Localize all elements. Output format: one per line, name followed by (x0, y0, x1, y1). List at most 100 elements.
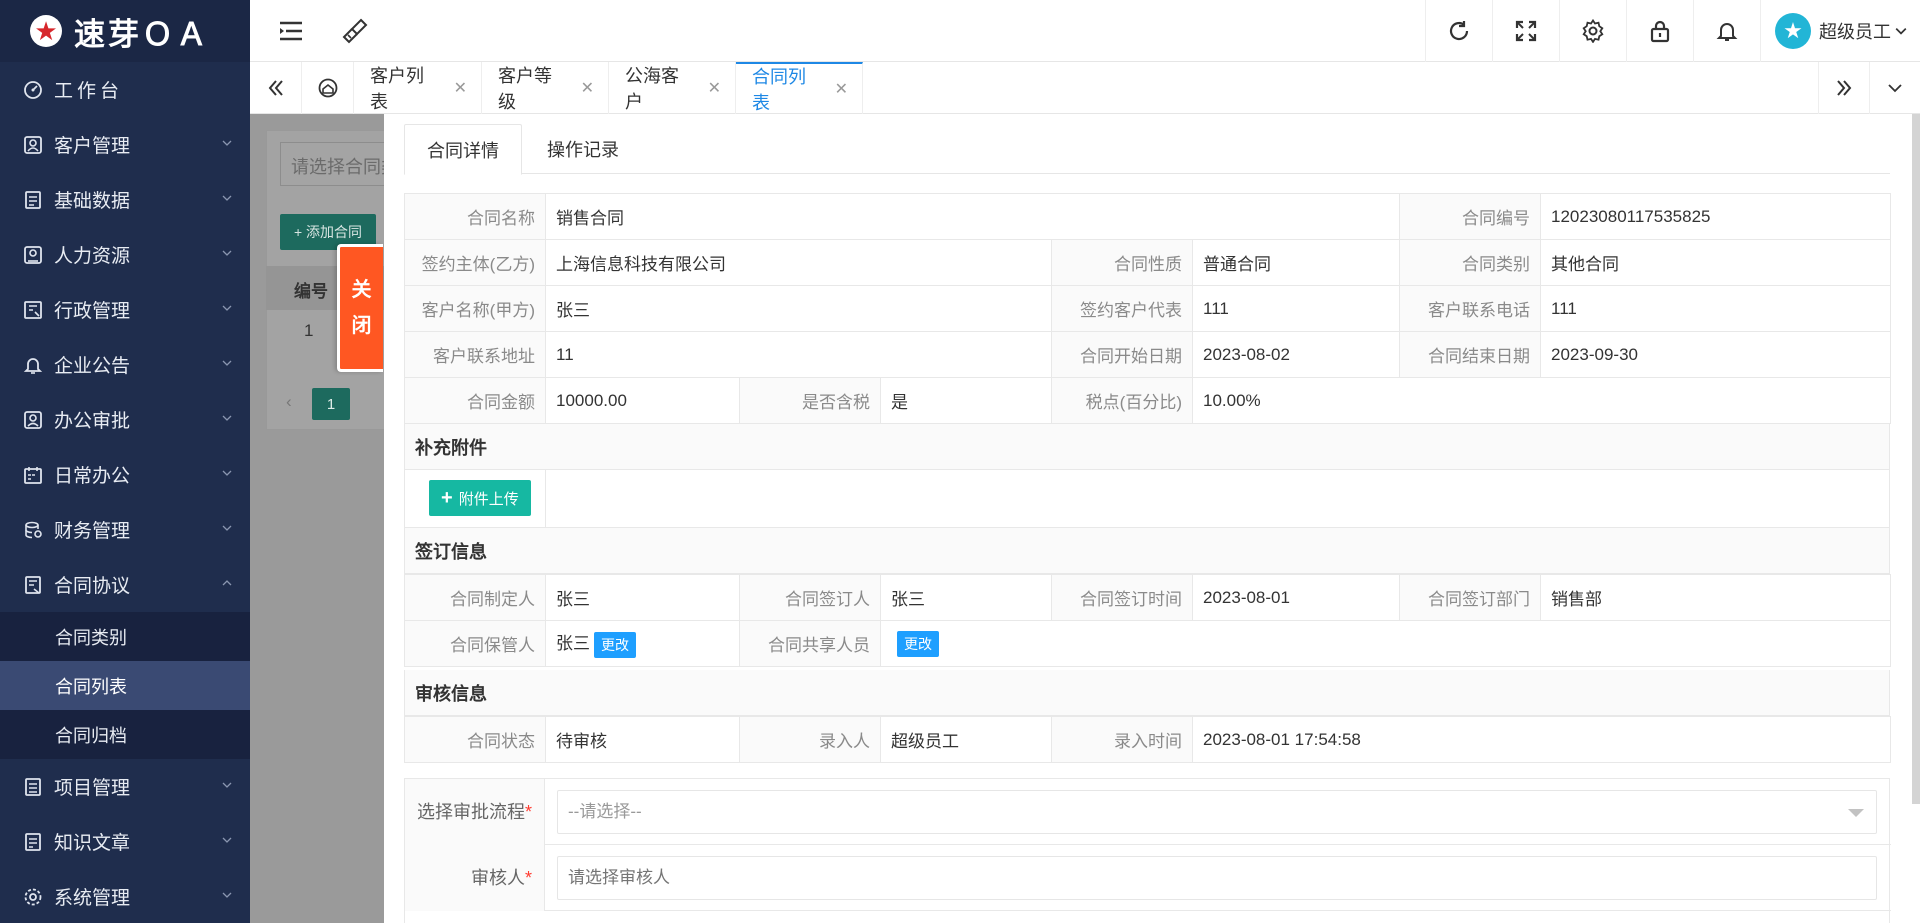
start-date-label: 合同开始日期 (1051, 331, 1193, 378)
broom-icon (342, 18, 368, 44)
contract-no-value: 12023080117535825 (1540, 193, 1892, 240)
close-icon[interactable]: ✕ (454, 78, 467, 98)
change-share-button[interactable]: 更改 (897, 630, 939, 657)
sidebar-subitem-contract-category[interactable]: 合同类别 (0, 612, 250, 661)
chevron-down-icon (1888, 84, 1902, 93)
status-value: 待审核 (545, 716, 740, 763)
tab-operation-log[interactable]: 操作记录 (524, 124, 642, 174)
chevron-down-icon (222, 415, 232, 421)
tab-scroll-left-button[interactable] (250, 62, 302, 114)
sidebar-item-label: 合同协议 (54, 576, 131, 597)
tab-customer-list[interactable]: 客户列表 ✕ (354, 62, 482, 114)
collapse-menu-button[interactable] (266, 0, 316, 62)
background-prev-page-icon: ‹ (286, 392, 292, 411)
scrollbar[interactable] (1912, 114, 1920, 804)
tax-included-label: 是否含税 (739, 377, 881, 424)
fullscreen-button[interactable] (1492, 0, 1559, 62)
signer-value: 张三 (880, 574, 1052, 621)
sidebar-item-system[interactable]: 系统管理 (0, 869, 250, 923)
chevron-down-icon (222, 305, 232, 311)
nature-label: 合同性质 (1051, 239, 1193, 286)
sidebar-item-hr[interactable]: 人力资源 (0, 227, 250, 282)
tab-contract-list[interactable]: 合同列表 ✕ (736, 62, 863, 114)
sidebar-item-label: 工作台 (54, 81, 124, 102)
sidebar-item-admin[interactable]: 行政管理 (0, 282, 250, 337)
tab-public-customers[interactable]: 公海客户 ✕ (609, 62, 736, 114)
article-icon (22, 831, 44, 853)
user-menu[interactable]: ★ 超级员工 (1760, 0, 1920, 62)
tab-customer-level[interactable]: 客户等级 ✕ (482, 62, 609, 114)
sidebar-subitem-contract-archive[interactable]: 合同归档 (0, 710, 250, 759)
dashboard-icon (22, 79, 44, 101)
sign-time-value: 2023-08-01 (1192, 574, 1400, 621)
reviewer-label: 审核人* (405, 845, 545, 911)
menu-fold-icon (280, 21, 302, 41)
contract-name-label: 合同名称 (404, 193, 546, 240)
close-icon[interactable]: ✕ (835, 79, 848, 99)
approval-flow-label: 选择审批流程* (405, 779, 545, 845)
close-icon[interactable]: ✕ (581, 78, 594, 98)
tab-label: 合同列表 (752, 67, 806, 113)
notification-button[interactable] (1693, 0, 1760, 62)
sidebar-item-customer[interactable]: 客户管理 (0, 117, 250, 172)
chevron-down-icon (222, 250, 232, 256)
sidebar-item-label: 行政管理 (54, 301, 131, 322)
close-icon[interactable]: ✕ (708, 78, 721, 98)
flow-label-text: 选择审批流程 (416, 802, 525, 822)
sidebar-item-finance[interactable]: 财务管理 (0, 502, 250, 557)
tab-options-button[interactable] (1870, 62, 1920, 114)
sidebar-item-article[interactable]: 知识文章 (0, 814, 250, 869)
chevron-down-icon (222, 782, 232, 788)
reviewer-input[interactable] (557, 856, 1877, 900)
sidebar-item-project[interactable]: 项目管理 (0, 759, 250, 814)
sidebar-subitem-contract-list[interactable]: 合同列表 (0, 661, 250, 710)
sidebar-item-daily[interactable]: 日常办公 (0, 447, 250, 502)
refresh-button[interactable] (1425, 0, 1492, 62)
user-name: 超级员工 (1819, 22, 1891, 42)
sidebar-item-announcement[interactable]: 企业公告 (0, 337, 250, 392)
end-date-value: 2023-09-30 (1540, 331, 1892, 378)
chevron-down-icon (222, 892, 232, 898)
sidebar-item-label: 财务管理 (54, 521, 131, 542)
upload-attachment-button[interactable]: + 附件上传 (429, 480, 531, 516)
tab-label: 客户列表 (370, 66, 424, 112)
chevron-down-icon (222, 360, 232, 366)
tab-label: 客户等级 (498, 66, 552, 112)
sidebar-item-contract[interactable]: 合同协议 (0, 557, 250, 612)
sidebar-item-label: 知识文章 (54, 833, 131, 854)
sidebar-item-workbench[interactable]: 工作台 (0, 62, 250, 117)
table-row: 合同金额 10000.00 是否含税 是 税点(百分比) 10.00% (404, 377, 1892, 424)
required-mark: * (524, 802, 532, 822)
table-row: 合同保管人 张三 更改 合同共享人员 更改 (404, 620, 1891, 667)
maker-label: 合同制定人 (404, 574, 546, 621)
party-b-value: 上海信息科技有限公司 (545, 239, 1052, 286)
hr-icon (22, 244, 44, 266)
approval-flow-select[interactable]: --请选择-- (557, 790, 1877, 834)
sidebar-item-approval[interactable]: 办公审批 (0, 392, 250, 447)
customer-value: 张三 (545, 285, 1052, 332)
sidebar-item-basic-data[interactable]: 基础数据 (0, 172, 250, 227)
phone-label: 客户联系电话 (1399, 285, 1542, 332)
entry-time-value: 2023-08-01 17:54:58 (1192, 716, 1891, 763)
drawer-tabs: 合同详情 操作记录 (404, 124, 1890, 175)
nature-value: 普通合同 (1191, 239, 1401, 286)
share-cell: 更改 (880, 620, 1891, 667)
double-chevron-right-icon (1837, 80, 1852, 96)
drawer-close-button[interactable]: 关 闭 (337, 244, 383, 372)
table-row: 客户名称(甲方) 张三 签约客户代表 111 客户联系电话 111 (404, 285, 1892, 332)
finance-icon (22, 519, 44, 541)
lock-screen-button[interactable] (1626, 0, 1693, 62)
tab-scroll-right-button[interactable] (1818, 62, 1870, 114)
close-label-1: 关 (351, 279, 372, 301)
reviewer-label-text: 审核人 (470, 868, 525, 888)
settings-icon (22, 886, 44, 908)
category-value: 其他合同 (1540, 239, 1892, 286)
entry-value: 超级员工 (880, 716, 1052, 763)
chevron-down-icon (1895, 28, 1907, 35)
tab-home[interactable] (302, 62, 354, 114)
sign-dept-label: 合同签订部门 (1399, 574, 1541, 621)
change-keeper-button[interactable]: 更改 (594, 631, 636, 658)
settings-button[interactable] (1559, 0, 1626, 62)
clear-cache-button[interactable] (330, 0, 380, 62)
tab-contract-detail[interactable]: 合同详情 (404, 124, 522, 175)
